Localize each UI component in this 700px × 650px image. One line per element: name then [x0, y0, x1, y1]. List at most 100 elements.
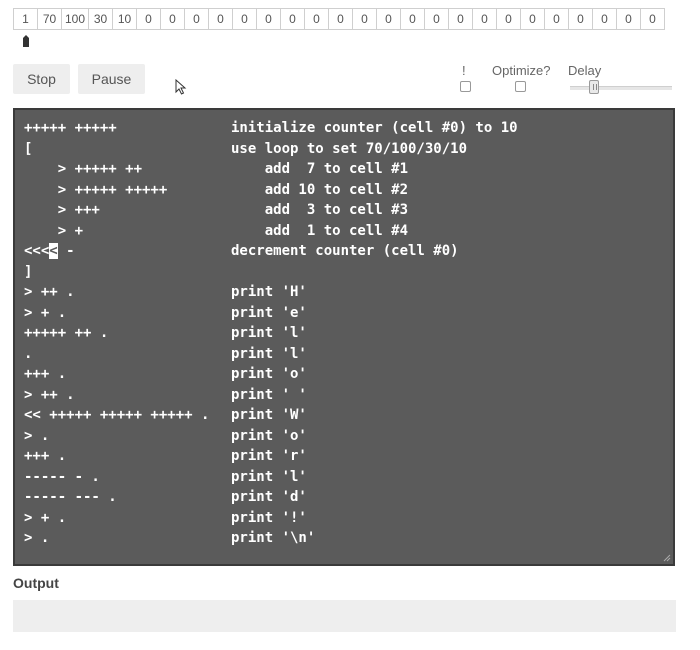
code-text: .	[24, 345, 33, 362]
code-comment: add 10 to cell #2	[231, 181, 409, 198]
memory-cell: 0	[521, 8, 545, 30]
code-text: +++ .	[24, 448, 67, 464]
code-comment: initialize counter (cell #0) to 10	[231, 120, 518, 136]
optimize-label: Optimize?	[492, 63, 551, 78]
code-text: +++++ +++++	[24, 120, 117, 136]
memory-cell: 0	[593, 8, 617, 30]
stop-button[interactable]: Stop	[13, 64, 70, 94]
memory-cell: 1	[14, 8, 38, 30]
code-text: ----- --- .	[24, 489, 117, 505]
delay-slider-track[interactable]	[570, 86, 672, 90]
code-comment: print 'H'	[231, 284, 307, 300]
code-line: > + . print '!'	[15, 508, 673, 529]
resize-grip-icon[interactable]	[663, 554, 671, 562]
code-text: ----- - .	[24, 468, 100, 485]
code-text: > ++ .	[24, 386, 75, 403]
code-text: > ++ .	[24, 284, 75, 300]
code-line: > +++++ +++++ add 10 to cell #2	[15, 180, 673, 201]
code-text: +++++ ++ .	[24, 325, 109, 341]
memory-cell: 10	[113, 8, 137, 30]
memory-cell: 0	[329, 8, 353, 30]
code-comment: print 'l'	[231, 325, 307, 341]
code-text: > +++++ +++++	[24, 181, 168, 198]
code-text: ]	[24, 263, 33, 280]
memory-cell: 0	[137, 8, 161, 30]
output-label: Output	[13, 575, 59, 591]
memory-cell: 0	[425, 8, 449, 30]
code-text: << +++++ +++++ +++++ .	[24, 407, 210, 423]
code-line: +++++ ++ . print 'l'	[15, 323, 673, 344]
code-text: <<<< -	[24, 243, 75, 259]
optimize-checkbox[interactable]	[515, 81, 526, 92]
code-line: > . print 'o'	[15, 426, 673, 447]
code-line: [ use loop to set 70/100/30/10	[15, 139, 673, 160]
code-line: ----- - . print 'l'	[15, 467, 673, 488]
code-comment: print 'o'	[231, 366, 307, 382]
delay-label: Delay	[568, 63, 602, 78]
code-comment: decrement counter (cell #0)	[231, 243, 459, 259]
memory-cell: 0	[545, 8, 569, 30]
memory-cell: 0	[449, 8, 473, 30]
output-field[interactable]	[13, 600, 676, 632]
code-comment: add 1 to cell #4	[231, 222, 409, 239]
memory-cell: 0	[281, 8, 305, 30]
delay-slider-handle[interactable]	[589, 80, 599, 94]
code-comment: print 'd'	[231, 489, 307, 505]
code-comment: print 'l'	[231, 345, 307, 362]
code-editor[interactable]: +++++ +++++ initialize counter (cell #0) …	[13, 108, 675, 566]
memory-cell: 0	[569, 8, 593, 30]
memory-cell: 0	[617, 8, 641, 30]
memory-cell: 0	[257, 8, 281, 30]
code-line: ----- --- . print 'd'	[15, 487, 673, 508]
code-line: > . print '\n'	[15, 528, 673, 549]
code-line: +++++ +++++ initialize counter (cell #0) …	[15, 118, 673, 139]
pause-button[interactable]: Pause	[78, 64, 145, 94]
memory-cell: 0	[353, 8, 377, 30]
memory-pointer-icon	[23, 35, 29, 47]
mouse-cursor-icon	[175, 79, 187, 95]
code-text: [	[24, 140, 33, 157]
memory-cell: 0	[497, 8, 521, 30]
code-line: > ++ . print ' '	[15, 385, 673, 406]
code-text: > .	[24, 427, 50, 444]
code-line: > +++++ ++ add 7 to cell #1	[15, 159, 673, 180]
code-line: > +++ add 3 to cell #3	[15, 200, 673, 221]
debug-checkbox[interactable]	[460, 81, 471, 92]
code-text: > +++++ ++	[24, 161, 143, 177]
code-comment: print 'r'	[231, 448, 307, 464]
code-text: > + .	[24, 304, 67, 321]
code-comment: print ' '	[231, 386, 307, 403]
code-comment: print 'e'	[231, 304, 307, 321]
code-line: > + . print 'e'	[15, 303, 673, 324]
code-comment: print 'o'	[231, 427, 307, 444]
code-text: +++ .	[24, 366, 67, 382]
memory-cell: 0	[401, 8, 425, 30]
memory-cell: 0	[641, 8, 665, 30]
memory-cell: 0	[161, 8, 185, 30]
memory-cell: 0	[377, 8, 401, 30]
code-line: > ++ . print 'H'	[15, 282, 673, 303]
memory-cell: 100	[62, 8, 89, 30]
memory-cell: 0	[473, 8, 497, 30]
code-comment: use loop to set 70/100/30/10	[231, 140, 468, 157]
code-comment: print 'W'	[231, 407, 307, 423]
code-text: > +	[24, 222, 84, 239]
memory-cell: 0	[209, 8, 233, 30]
code-comment: print '\n'	[231, 530, 316, 546]
memory-cell: 0	[305, 8, 329, 30]
code-line: <<<< - decrement counter (cell #0)	[15, 241, 673, 262]
memory-cell: 70	[38, 8, 62, 30]
memory-tape: 1 70 100 30 10 0 0 0 0 0 0 0 0 0 0 0 0 0 0 0 0 0 0 0 0 0 0	[13, 8, 665, 30]
code-line: << +++++ +++++ +++++ . print 'W'	[15, 405, 673, 426]
code-line: > + add 1 to cell #4	[15, 221, 673, 242]
code-text: > .	[24, 530, 50, 546]
memory-cell: 0	[185, 8, 209, 30]
code-comment: add 7 to cell #1	[231, 161, 409, 177]
code-line: . print 'l'	[15, 344, 673, 365]
code-comment: print '!'	[231, 509, 307, 526]
editor-lines: +++++ +++++ initialize counter (cell #0) …	[15, 118, 673, 549]
code-line: +++ . print 'o'	[15, 364, 673, 385]
code-line: +++ . print 'r'	[15, 446, 673, 467]
text-caret: <	[49, 243, 58, 259]
code-comment: add 3 to cell #3	[231, 202, 409, 218]
